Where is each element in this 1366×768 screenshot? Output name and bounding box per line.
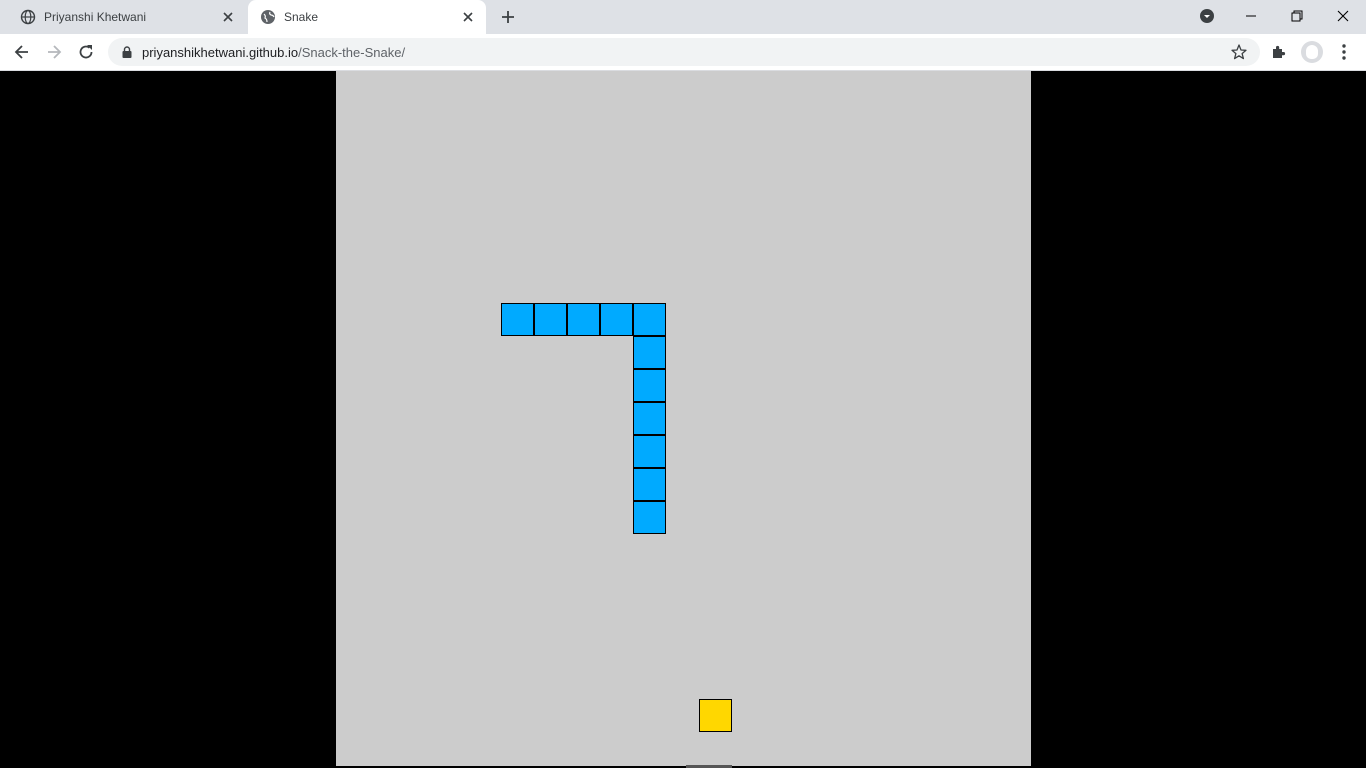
snake-segment [633, 303, 666, 336]
tab-title: Priyanshi Khetwani [44, 10, 147, 24]
page-viewport [0, 71, 1366, 768]
food-item [699, 699, 732, 732]
reload-icon[interactable] [76, 42, 96, 62]
close-icon[interactable] [220, 9, 236, 25]
game-board[interactable] [336, 71, 1031, 766]
new-tab-button[interactable] [500, 9, 516, 25]
snake-segment [633, 501, 666, 534]
url-path: /Snack-the-Snake/ [298, 45, 406, 60]
snake-segment [501, 303, 534, 336]
browser-toolbar: priyanshikhetwani.github.io/Snack-the-Sn… [0, 34, 1366, 71]
url-host: priyanshikhetwani.github.io [142, 45, 299, 60]
forward-arrow-icon[interactable] [44, 42, 64, 62]
tab-priyanshi-khetwani[interactable]: Priyanshi Khetwani [8, 0, 246, 34]
snake-segment [567, 303, 600, 336]
tab-title: Snake [284, 10, 319, 24]
snake-segment [633, 435, 666, 468]
tab-search-icon[interactable] [1197, 6, 1217, 26]
snake-segment [633, 468, 666, 501]
profile-avatar[interactable] [1301, 41, 1323, 63]
star-icon[interactable] [1230, 43, 1248, 61]
avatar-silhouette [1306, 45, 1318, 59]
snake-segment [633, 402, 666, 435]
snake-segment [633, 369, 666, 402]
url-text[interactable]: priyanshikhetwani.github.io/Snack-the-Sn… [142, 45, 405, 60]
snake-segment [633, 336, 666, 369]
close-window-button[interactable] [1333, 6, 1353, 26]
minimize-button[interactable] [1241, 6, 1261, 26]
globe-icon [20, 9, 36, 25]
tab-snake[interactable]: Snake [248, 0, 486, 34]
restore-button[interactable] [1287, 6, 1307, 26]
puzzle-icon[interactable] [1270, 43, 1288, 61]
kebab-menu-icon[interactable] [1336, 42, 1352, 62]
close-icon[interactable] [460, 9, 476, 25]
snake-segment [600, 303, 633, 336]
address-bar[interactable]: priyanshikhetwani.github.io/Snack-the-Sn… [108, 38, 1260, 66]
snake-segment [534, 303, 567, 336]
back-arrow-icon[interactable] [12, 42, 32, 62]
lock-icon[interactable] [120, 45, 134, 59]
tab-strip: Priyanshi Khetwani Snake [0, 0, 1366, 34]
globe-icon [261, 10, 275, 24]
